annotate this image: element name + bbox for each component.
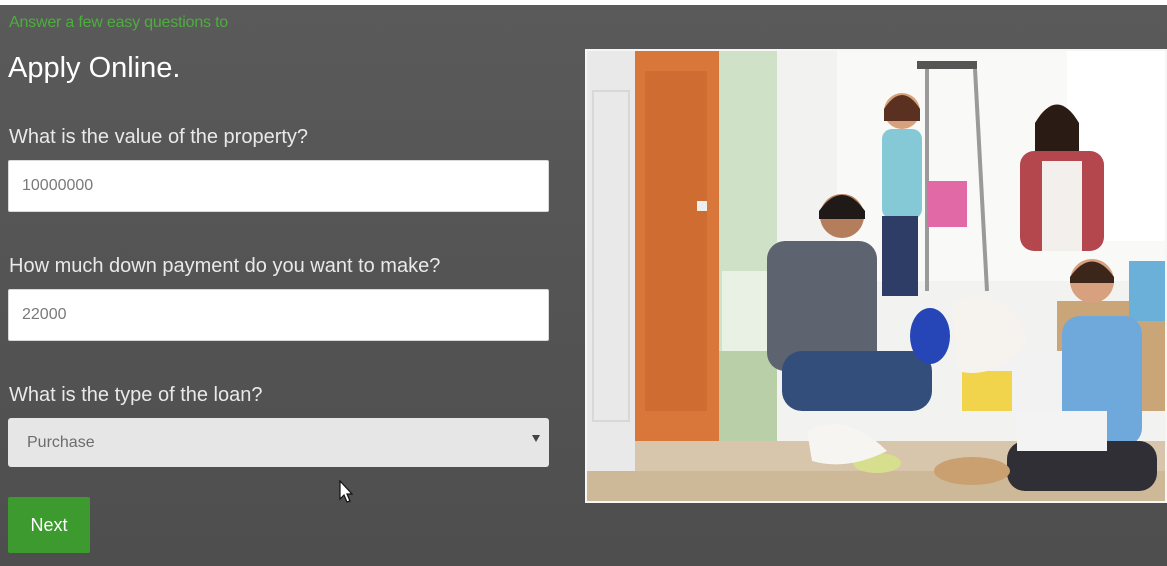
page-title: Apply Online. — [8, 52, 181, 84]
down-payment-input[interactable]: 22000 — [8, 289, 549, 341]
down-payment-text: 22000 — [22, 306, 67, 323]
loan-type-label: What is the type of the loan? — [9, 384, 263, 406]
loan-type-select[interactable]: Purchase — [8, 418, 549, 467]
down-payment-label: How much down payment do you want to mak… — [9, 255, 441, 277]
property-value-input[interactable]: 10000000 — [8, 160, 549, 212]
intro-kicker: Answer a few easy questions to — [9, 14, 229, 31]
apply-online-page: Answer a few easy questions to Apply Onl… — [0, 0, 1167, 566]
loan-type-selected-value: Purchase — [27, 433, 95, 451]
property-value-text: 10000000 — [22, 177, 94, 194]
family-moving-photo — [585, 49, 1167, 503]
top-border — [0, 0, 1167, 5]
next-button[interactable]: Next — [8, 497, 90, 553]
chevron-down-icon — [532, 435, 540, 442]
mouse-pointer-icon — [339, 480, 353, 503]
property-value-label: What is the value of the property? — [9, 126, 309, 148]
family-moving-illustration — [587, 51, 1165, 501]
